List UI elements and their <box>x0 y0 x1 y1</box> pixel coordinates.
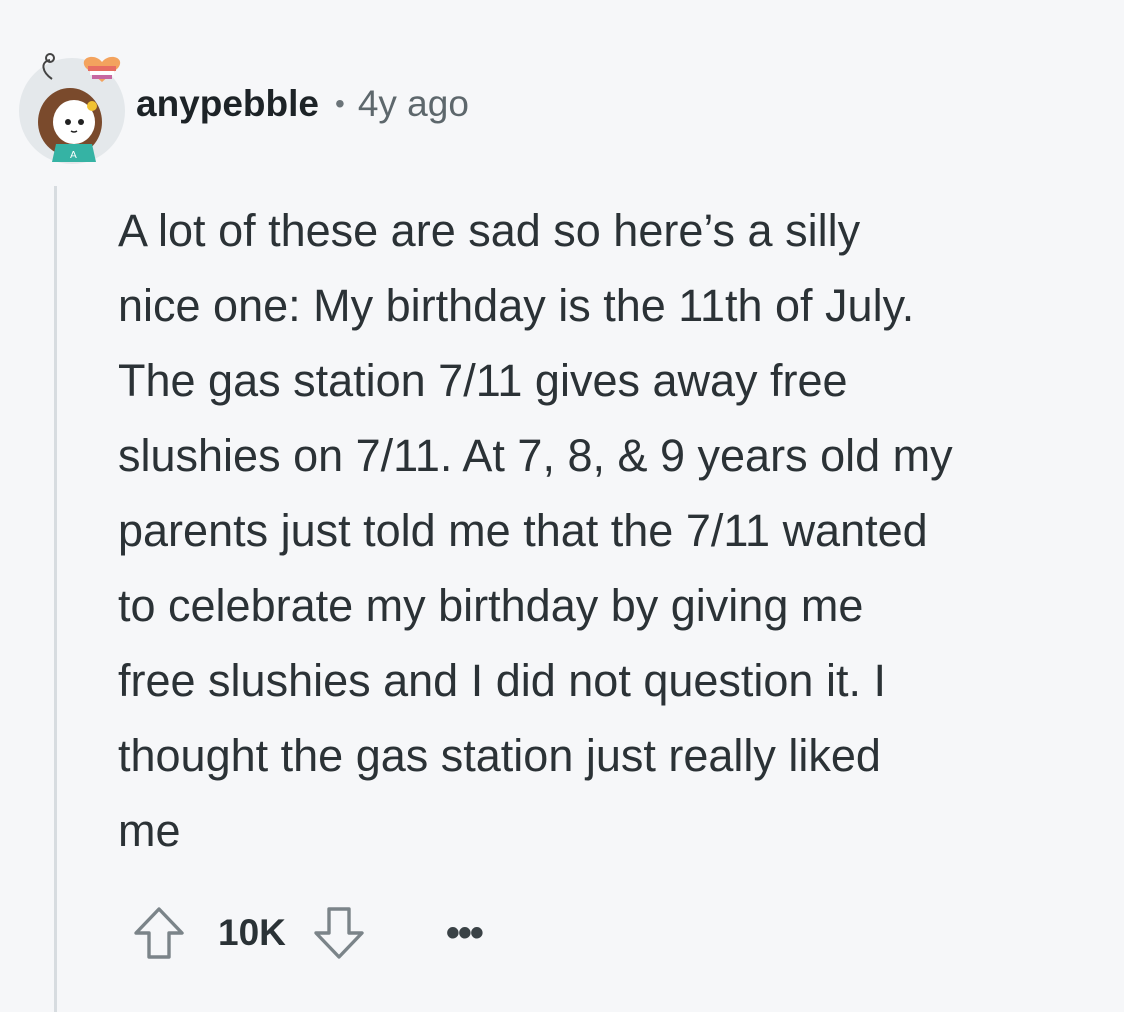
comment-line: thought the gas station just really like… <box>118 730 881 781</box>
timestamp[interactable]: 4y ago <box>358 83 469 125</box>
thread-line[interactable] <box>54 186 57 1012</box>
comment-line: me <box>118 805 181 856</box>
comment-line: nice one: My birthday is the 11th of Jul… <box>118 280 915 331</box>
comment-line: slushies on 7/11. At 7, 8, & 9 years old… <box>118 430 953 481</box>
upvote-arrow-icon <box>134 907 184 959</box>
comment: A anypebble • 4y ago A lot of these are … <box>0 0 1124 1012</box>
comment-line: The gas station 7/11 gives away free <box>118 355 848 406</box>
avatar-icon: A <box>19 53 125 164</box>
comment-header: anypebble • 4y ago <box>136 82 469 126</box>
comment-body: A lot of these are sad so here’s a silly… <box>118 193 1108 868</box>
comment-line: to celebrate my birthday by giving me <box>118 580 864 631</box>
upvote-button[interactable] <box>128 900 190 966</box>
downvote-arrow-icon <box>314 907 364 959</box>
vote-score: 10K <box>218 912 286 953</box>
user-avatar[interactable]: A <box>12 44 132 164</box>
svg-text:A: A <box>70 150 77 161</box>
comment-actions: 10K ••• <box>128 900 484 966</box>
username[interactable]: anypebble <box>136 83 319 125</box>
downvote-button[interactable] <box>308 900 370 966</box>
comment-line: parents just told me that the 7/11 wante… <box>118 505 928 556</box>
comment-line: free slushies and I did not question it.… <box>118 655 886 706</box>
more-options-button[interactable]: ••• <box>446 913 484 953</box>
separator-dot: • <box>335 88 345 119</box>
comment-line: A lot of these are sad so here’s a silly <box>118 205 861 256</box>
